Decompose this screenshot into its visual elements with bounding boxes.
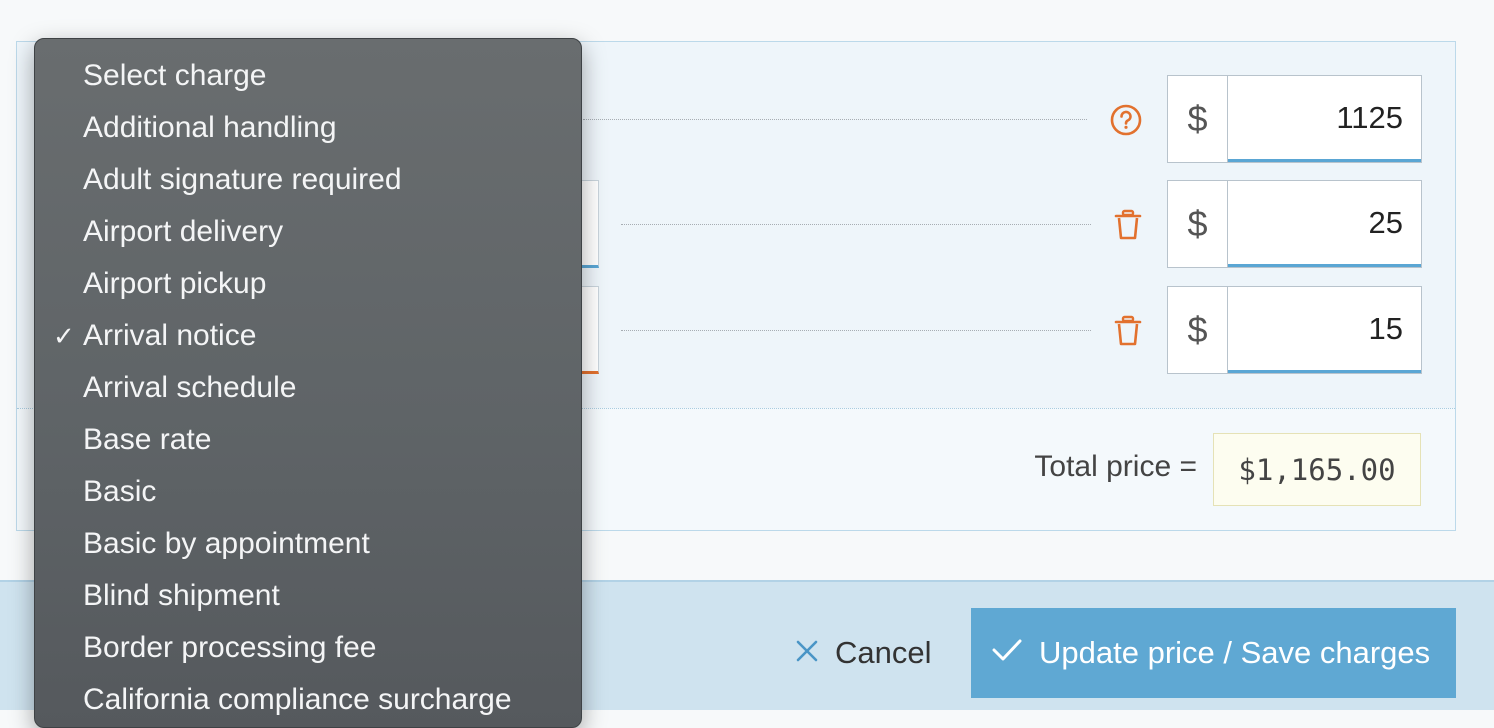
currency-symbol: $ bbox=[1168, 181, 1228, 267]
amount-field: $ 25 bbox=[1167, 180, 1422, 268]
option-label: Base rate bbox=[83, 423, 212, 456]
option-label: Adult signature required bbox=[83, 163, 402, 196]
option-label: Arrival notice bbox=[83, 319, 257, 352]
cancel-button[interactable]: Cancel bbox=[795, 630, 932, 676]
option-label: California compliance surcharge bbox=[83, 683, 512, 716]
help-circle-icon[interactable] bbox=[1109, 103, 1143, 137]
total-price-value: $1,165.00 bbox=[1213, 433, 1421, 506]
check-icon bbox=[991, 635, 1023, 671]
charge-dropdown-menu: Select charge Additional handling Adult … bbox=[34, 38, 582, 728]
option-label: Arrival schedule bbox=[83, 371, 297, 404]
amount-field: $ 15 bbox=[1167, 286, 1422, 374]
trash-icon[interactable] bbox=[1111, 208, 1145, 242]
amount-input[interactable]: 25 bbox=[1228, 181, 1421, 267]
dropdown-option[interactable]: California compliance surcharge bbox=[35, 675, 581, 727]
dropdown-option-selected[interactable]: ✓ Arrival notice bbox=[35, 311, 581, 363]
dropdown-option[interactable]: Arrival schedule bbox=[35, 363, 581, 415]
amount-field: $ 1125 bbox=[1167, 75, 1422, 163]
dotted-leader bbox=[621, 224, 1091, 225]
option-label: Blind shipment bbox=[83, 579, 280, 612]
option-label: Border processing fee bbox=[83, 631, 377, 664]
option-label: Airport pickup bbox=[83, 267, 267, 300]
close-icon bbox=[795, 635, 819, 671]
option-label: Basic bbox=[83, 475, 157, 508]
dropdown-option[interactable]: Base rate bbox=[35, 415, 581, 467]
dropdown-option[interactable]: Border processing fee bbox=[35, 623, 581, 675]
trash-icon[interactable] bbox=[1111, 314, 1145, 348]
save-label: Update price / Save charges bbox=[1039, 635, 1431, 670]
currency-symbol: $ bbox=[1168, 76, 1228, 162]
dropdown-option[interactable]: Airport delivery bbox=[35, 207, 581, 259]
dropdown-option[interactable]: Blind shipment bbox=[35, 571, 581, 623]
dotted-leader bbox=[621, 330, 1091, 331]
save-charges-button[interactable]: Update price / Save charges bbox=[971, 608, 1456, 698]
dropdown-option[interactable]: Basic bbox=[35, 467, 581, 519]
amount-input[interactable]: 1125 bbox=[1228, 76, 1421, 162]
option-label: Basic by appointment bbox=[83, 527, 370, 560]
dropdown-option[interactable]: Adult signature required bbox=[35, 155, 581, 207]
dotted-leader bbox=[583, 119, 1087, 120]
dropdown-option[interactable]: Basic by appointment bbox=[35, 519, 581, 571]
cancel-label: Cancel bbox=[835, 635, 932, 670]
total-price-label: Total price = bbox=[1034, 450, 1197, 483]
option-label: Additional handling bbox=[83, 111, 337, 144]
amount-input[interactable]: 15 bbox=[1228, 287, 1421, 373]
checkmark-icon: ✓ bbox=[53, 321, 75, 351]
dropdown-option[interactable]: Select charge bbox=[35, 51, 581, 103]
currency-symbol: $ bbox=[1168, 287, 1228, 373]
option-label: Select charge bbox=[83, 59, 267, 92]
dropdown-option[interactable]: Additional handling bbox=[35, 103, 581, 155]
option-label: Airport delivery bbox=[83, 215, 284, 248]
dropdown-option[interactable]: Airport pickup bbox=[35, 259, 581, 311]
